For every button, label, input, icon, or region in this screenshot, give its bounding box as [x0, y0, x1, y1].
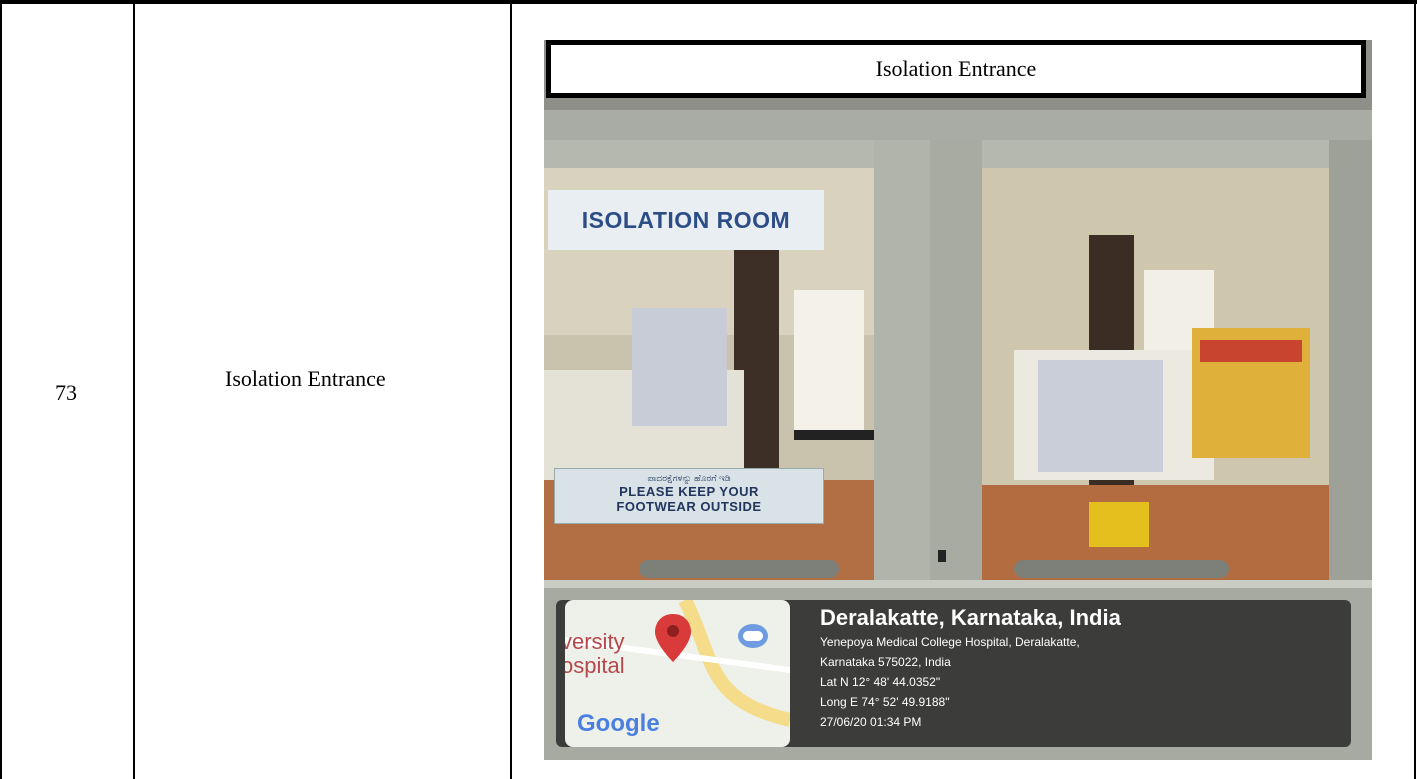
footwear-sign-line1: PLEASE KEEP YOUR [619, 484, 759, 499]
map-label-line2: ospital [565, 653, 625, 678]
row-description: Isolation Entrance [225, 366, 386, 391]
map-thumbnail: versity ospital Google [565, 600, 790, 747]
gps-address-line2: Karnataka 575022, India [820, 655, 951, 669]
gps-title: Deralakatte, Karnataka, India [820, 605, 1121, 630]
location-pin-icon [655, 614, 691, 662]
photo-caption: Isolation Entrance [546, 40, 1366, 98]
table-left-border [0, 0, 2, 779]
gps-details: Deralakatte, Karnataka, India Yenepoya M… [820, 604, 1121, 732]
footwear-sign-line2: FOOTWEAR OUTSIDE [616, 499, 762, 514]
gps-timestamp: 27/06/20 01:34 PM [820, 715, 922, 729]
table-row-gap [0, 4, 1417, 14]
table-column-divider-2 [510, 0, 512, 779]
table-right-border [1414, 0, 1416, 779]
poi-marker-icon [738, 624, 768, 648]
gps-address-line1: Yenepoya Medical College Hospital, Deral… [820, 635, 1080, 649]
footwear-sign-kannada: ಪಾದರಕ್ಷೆಗಳನ್ನು ಹೊರಗೆ ಇಡಿ [647, 473, 731, 483]
gps-longitude: Long E 74° 52' 49.9188" [820, 695, 950, 709]
isolation-room-sign: ISOLATION ROOM [548, 190, 824, 250]
gps-latitude: Lat N 12° 48' 44.0352" [820, 675, 941, 689]
row-number: 73 [55, 380, 77, 405]
footwear-sign: ಪಾದರಕ್ಷೆಗಳನ್ನು ಹೊರಗೆ ಇಡಿ PLEASE KEEP YOU… [554, 468, 824, 524]
table-column-divider-1 [133, 0, 135, 779]
map-label-line1: versity [565, 629, 625, 654]
google-logo: Google [577, 710, 660, 737]
